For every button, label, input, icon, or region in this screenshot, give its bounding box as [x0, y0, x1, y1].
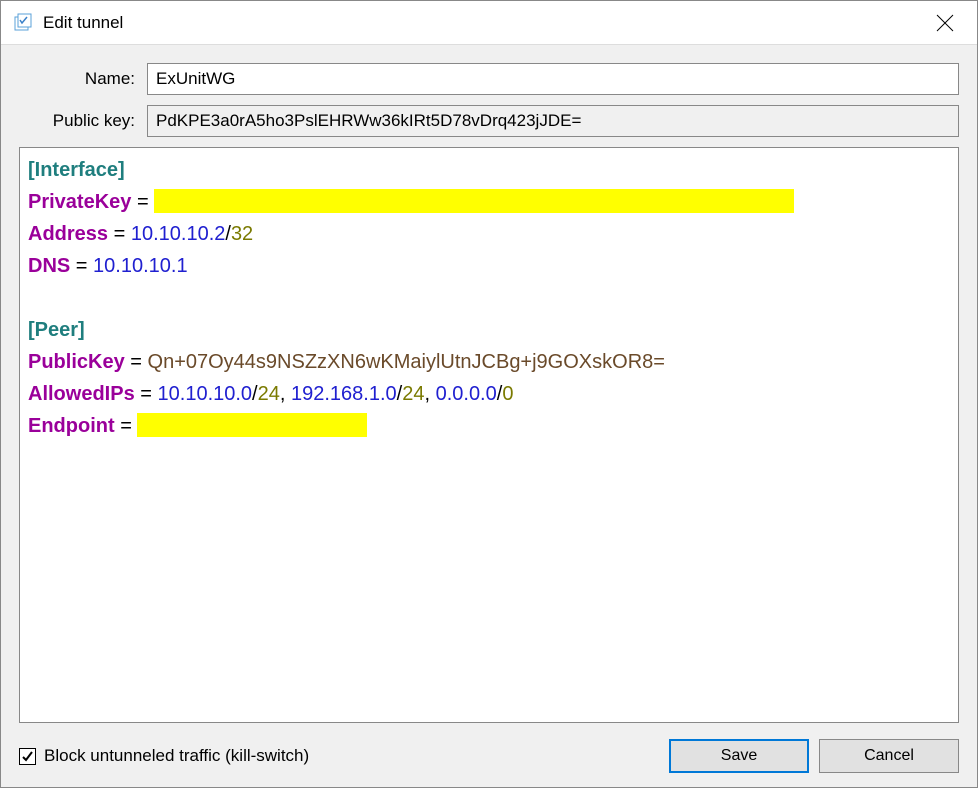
address-mask: 32 [231, 223, 253, 245]
private-key-label: PrivateKey [28, 191, 131, 213]
save-button[interactable]: Save [669, 739, 809, 773]
equals-sign: = [140, 383, 157, 405]
name-input[interactable] [147, 63, 959, 95]
close-icon [936, 14, 954, 32]
peer-section-header: [Peer] [28, 319, 85, 341]
equals-sign: = [114, 223, 131, 245]
checkmark-icon [21, 750, 34, 763]
edit-tunnel-dialog: Edit tunnel Name: Public key: [Interface… [0, 0, 978, 788]
kill-switch-checkbox[interactable]: Block untunneled traffic (kill-switch) [19, 746, 309, 766]
equals-sign: = [76, 255, 93, 277]
kill-switch-label: Block untunneled traffic (kill-switch) [44, 746, 309, 766]
config-textarea[interactable]: [Interface] PrivateKey = Address = 10.10… [19, 147, 959, 723]
public-key-row: Public key: [19, 105, 959, 137]
public-key-label: Public key: [19, 111, 147, 131]
close-button[interactable] [925, 3, 965, 43]
address-label: Address [28, 223, 108, 245]
allowed-ips-label: AllowedIPs [28, 383, 135, 405]
address-ip: 10.10.10.2 [131, 223, 226, 245]
peer-public-key-label: PublicKey [28, 351, 125, 373]
titlebar: Edit tunnel [1, 1, 977, 45]
cancel-button[interactable]: Cancel [819, 739, 959, 773]
equals-sign: = [137, 191, 154, 213]
dns-label: DNS [28, 255, 70, 277]
peer-public-key-value: Qn+07Oy44s9NSZzXN6wKMaiylUtnJCBg+j9GOXsk… [148, 351, 665, 373]
window-title: Edit tunnel [43, 13, 925, 33]
allowed-ip-2: 192.168.1.0 [291, 383, 397, 405]
allowed-mask-2: 24 [402, 383, 424, 405]
public-key-input [147, 105, 959, 137]
equals-sign: = [130, 351, 147, 373]
footer: Block untunneled traffic (kill-switch) S… [19, 739, 959, 773]
endpoint-redacted [137, 413, 367, 437]
endpoint-label: Endpoint [28, 415, 115, 437]
allowed-mask-1: 24 [258, 383, 280, 405]
app-icon [13, 13, 33, 33]
interface-section-header: [Interface] [28, 159, 125, 181]
private-key-redacted [154, 189, 794, 213]
allowed-mask-3: 0 [502, 383, 513, 405]
name-row: Name: [19, 63, 959, 95]
equals-sign: = [120, 415, 137, 437]
allowed-ip-3: 0.0.0.0 [436, 383, 497, 405]
checkbox-box [19, 748, 36, 765]
button-group: Save Cancel [669, 739, 959, 773]
allowed-ip-1: 10.10.10.0 [158, 383, 253, 405]
name-label: Name: [19, 69, 147, 89]
dns-ip: 10.10.10.1 [93, 255, 188, 277]
dialog-body: Name: Public key: [Interface] PrivateKey… [1, 45, 977, 787]
